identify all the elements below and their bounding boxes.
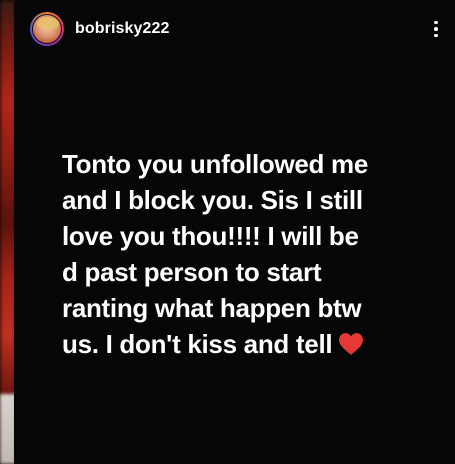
story-text-line: Tonto you unfollowed me — [62, 149, 369, 179]
story-text-line: love you thou!!!! I will be — [62, 221, 359, 251]
story-text-last-line: us. I don't kiss and tell — [62, 326, 455, 362]
story-text-line: ranting what happen btw — [62, 293, 362, 323]
story-text-line: and I block you. Sis I still — [62, 185, 363, 215]
story-text: Tonto you unfollowed me and I block you.… — [62, 146, 455, 362]
username-label[interactable]: bobrisky222 — [75, 20, 169, 38]
heart-icon — [339, 333, 364, 355]
story-card: bobrisky222 Tonto you unfollowed me and … — [14, 0, 455, 464]
avatar-image — [32, 14, 62, 44]
more-dot — [434, 33, 438, 38]
story-text-line: us. I don't kiss and tell — [62, 329, 333, 359]
more-dot — [434, 20, 438, 25]
avatar[interactable] — [30, 12, 64, 46]
more-options-icon[interactable] — [427, 14, 445, 44]
story-text-line: d past person to start — [62, 257, 322, 287]
story-header: bobrisky222 — [30, 8, 445, 50]
story-frame: bobrisky222 Tonto you unfollowed me and … — [0, 0, 455, 464]
more-dot — [434, 27, 438, 31]
